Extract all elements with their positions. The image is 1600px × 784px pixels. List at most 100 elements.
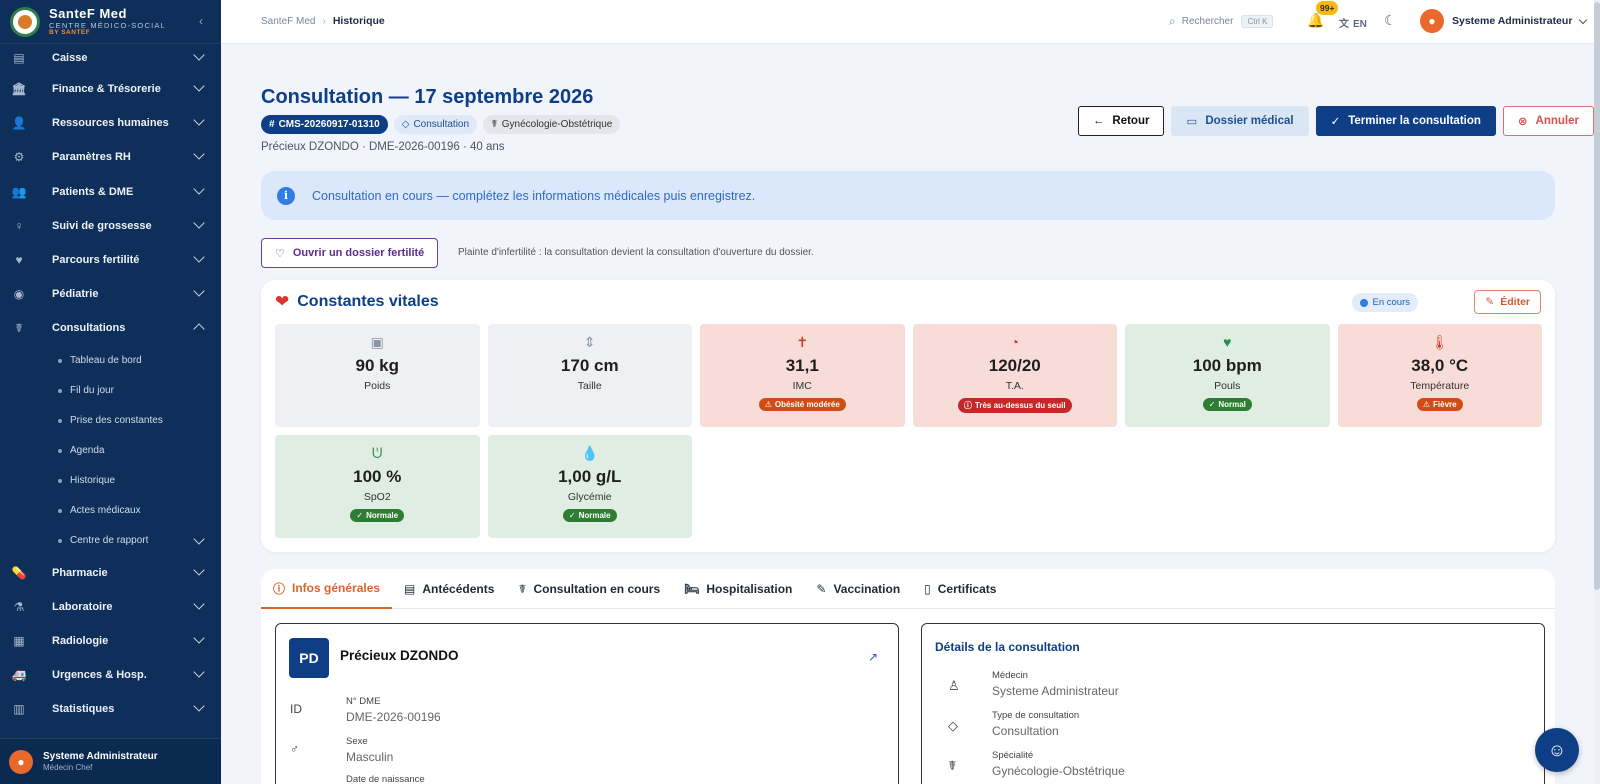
heartbeat-icon: ❤	[275, 292, 290, 311]
search-shortcut: Ctrl K	[1241, 15, 1274, 28]
sidebar-subitem-prise-constantes[interactable]: Prise des constantes	[0, 406, 221, 436]
breadcrumb-root[interactable]: SanteF Med	[261, 16, 315, 27]
badge-label: Fièvre	[1433, 400, 1457, 409]
moon-icon[interactable]: ☾	[1384, 12, 1397, 29]
tab-consultation-en-cours[interactable]: ☤ Consultation en cours	[506, 569, 672, 609]
tab-certificats[interactable]: ▯ Certificats	[912, 569, 1008, 609]
badge-label: Normale	[578, 511, 611, 520]
tab-infos-generales[interactable]: ⓘ Infos générales	[261, 569, 393, 609]
button-label: Ouvrir un dossier fertilité	[292, 247, 425, 259]
pregnant-icon: ♀	[14, 218, 24, 233]
sidebar-item-parametres-rh[interactable]: ⚙ Paramètres RH	[0, 140, 221, 174]
tab-label: Hospitalisation	[706, 582, 793, 596]
badge-label: Obésité modérée	[774, 400, 840, 409]
vital-label: Taille	[577, 380, 602, 392]
open-fertility-file-button[interactable]: ♡ Ouvrir un dossier fertilité	[261, 238, 439, 268]
status-badge: ✓ Normale	[562, 509, 617, 522]
patient-card: PD Précieux DZONDO ↗ ID N° DME DME-2026-…	[275, 623, 899, 784]
vital-card-temperature: 🌡 38,0 °C Température ⚠ Fièvre	[1337, 324, 1542, 427]
external-link-icon[interactable]: ↗	[868, 650, 878, 664]
brand-subtitle: CENTRE MÉDICO-SOCIAL	[49, 20, 166, 30]
language-label: EN	[1353, 19, 1367, 30]
tab-bar: ⓘ Infos générales ▤ Antécédents ☤ Consultat…	[261, 569, 1555, 609]
history-icon: ▤	[404, 582, 416, 596]
vital-value: 170 cm	[560, 356, 619, 375]
vital-value: 100 bpm	[1192, 356, 1262, 375]
sidebar-item-patients[interactable]: 👥 Patients & DME	[0, 175, 221, 209]
tab-vaccination[interactable]: ✎ Vaccination	[804, 569, 912, 609]
sidebar-item-caisse[interactable]: ▤ Caisse	[0, 44, 221, 72]
finish-consultation-button[interactable]: ✓ Terminer la consultation	[1315, 106, 1496, 136]
badge-label: Normal	[1218, 400, 1246, 409]
vital-card-poids: ▣ 90 kg Poids	[275, 324, 480, 427]
back-button[interactable]: ← Retour	[1077, 106, 1165, 136]
search-icon: ⌕	[1169, 14, 1176, 28]
vital-card-taille: ⇕ 170 cm Taille	[487, 324, 692, 427]
main-content: Consultation — 17 septembre 2026 # CMS-20…	[221, 44, 1594, 784]
user-menu[interactable]: ● Systeme Administrateur	[1420, 9, 1588, 33]
tab-antecedents[interactable]: ▤ Antécédents	[392, 569, 506, 609]
heart-hand-icon: ♥	[15, 253, 23, 268]
sidebar-subitem-label: Prise des constantes	[70, 415, 163, 426]
cancel-button[interactable]: ⊗ Annuler	[1502, 106, 1594, 136]
syringe-icon: ✎	[816, 582, 827, 596]
sidebar-user[interactable]: ● Systeme Administrateur Médecin Chef	[0, 738, 221, 784]
chevron-down-icon	[193, 563, 205, 576]
sidebar-subitem-actes-medicaux[interactable]: Actes médicaux	[0, 496, 221, 526]
details-type-row: ◇ Type de consultation Consultation	[948, 710, 1079, 738]
stethoscope-icon: ☤	[948, 758, 957, 773]
button-label: Annuler	[1535, 115, 1579, 127]
sidebar-item-rh[interactable]: 👤 Ressources humaines	[0, 106, 221, 140]
breadcrumb-current: Historique	[332, 15, 385, 27]
patient-summary: Précieux DZONDO · DME-2026-00196 · 40 an…	[261, 141, 505, 153]
tag-label: Consultation	[413, 119, 470, 130]
field-label: Médecin	[992, 670, 1028, 681]
edit-vitals-button[interactable]: ✎ Éditer	[1474, 290, 1541, 314]
sidebar-item-fertilite[interactable]: ♥ Parcours fertilité	[0, 243, 221, 277]
group-icon: 👥	[11, 184, 27, 199]
sidebar-item-radiologie[interactable]: ▦ Radiologie	[0, 624, 221, 658]
status-badge: ⚠ Obésité modérée	[758, 398, 846, 411]
page-scrollbar[interactable]	[1594, 0, 1600, 784]
person-gear-icon: ⚙	[13, 150, 25, 165]
consultation-code-tag: # CMS-20260917-01310	[261, 115, 388, 134]
vitals-title-text: Constantes vitales	[297, 293, 439, 310]
sidebar-item-laboratoire[interactable]: ⚗ Laboratoire	[0, 590, 221, 624]
stethoscope-icon: ☤	[491, 119, 498, 130]
brand-name: SanteF Med	[49, 5, 127, 21]
language-switch[interactable]: 文 EN	[1339, 15, 1367, 30]
medical-record-button[interactable]: ▭ Dossier médical	[1171, 106, 1309, 136]
sidebar-item-pediatrie[interactable]: ◉ Pédiatrie	[0, 277, 221, 311]
sidebar-item-consultations[interactable]: ☤ Consultations	[0, 311, 221, 345]
sidebar-subitem-centre-rapport[interactable]: Centre de rapport	[0, 526, 221, 556]
breadcrumb: SanteF Med › Historique	[261, 15, 385, 27]
chevron-down-icon	[193, 114, 205, 126]
person-icon: 👤	[11, 116, 27, 131]
sidebar-subitem-agenda[interactable]: Agenda	[0, 436, 221, 466]
tag-icon: ◇	[401, 119, 410, 130]
details-specialty-row: ☤ Spécialité Gynécologie-Obstétrique	[948, 750, 1125, 778]
sidebar-subitem-fil-du-jour[interactable]: Fil du jour	[0, 376, 221, 406]
id-icon: ID	[290, 702, 302, 716]
chevron-down-icon	[193, 632, 205, 644]
vitals-title: ❤ Constantes vitales	[275, 292, 439, 312]
sidebar-item-label: Consultations	[52, 322, 126, 335]
sidebar-item-grossesse[interactable]: ♀ Suivi de grossesse	[0, 209, 221, 243]
search-button[interactable]: ⌕ Rechercher Ctrl K	[1169, 14, 1274, 29]
sidebar-item-urgences[interactable]: 🚑 Urgences & Hosp.	[0, 658, 221, 692]
tab-hospitalisation[interactable]: 🛏 Hospitalisation	[672, 569, 804, 609]
check-circle-icon: ✓	[1208, 400, 1216, 409]
specialty-tag: ☤ Gynécologie-Obstétrique	[483, 115, 621, 134]
sidebar-item-statistiques[interactable]: ▥ Statistiques	[0, 692, 221, 726]
brand[interactable]: SanteF Med CENTRE MÉDICO-SOCIAL BY SANTE…	[0, 0, 221, 44]
sidebar-item-pharmacie[interactable]: 💊 Pharmacie	[0, 556, 221, 590]
chevron-up-icon	[193, 323, 205, 335]
patient-name: Précieux DZONDO	[340, 648, 459, 663]
tag-icon: ◇	[948, 718, 958, 733]
chevron-left-icon[interactable]: ‹	[199, 14, 203, 28]
sidebar-subitem-historique[interactable]: Historique	[0, 466, 221, 496]
sidebar-item-finance[interactable]: 🏛 Finance & Trésorerie	[0, 72, 221, 106]
assistant-fab-button[interactable]: ☺	[1535, 728, 1579, 772]
sidebar-subitem-tableau-de-bord[interactable]: Tableau de bord	[0, 346, 221, 376]
chevron-down-icon	[193, 700, 205, 712]
